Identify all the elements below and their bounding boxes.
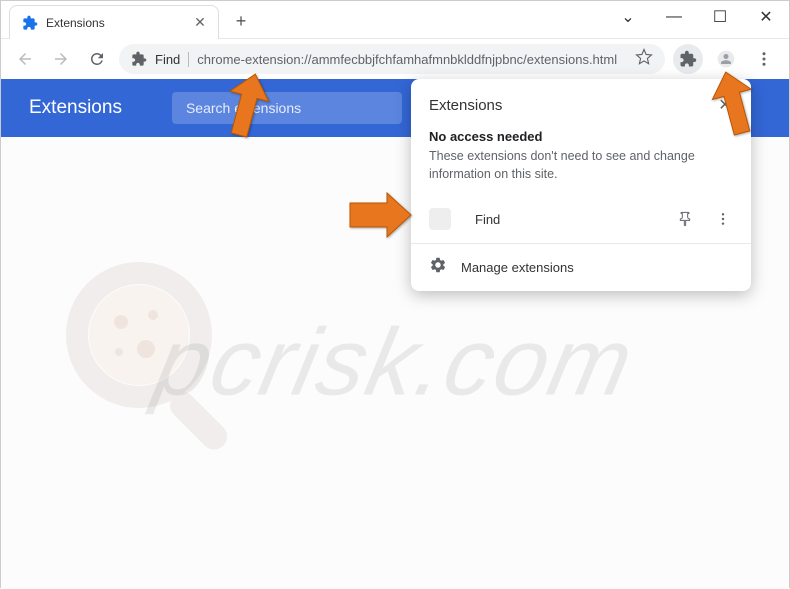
new-tab-button[interactable]: + xyxy=(227,7,255,35)
close-tab-icon[interactable]: ✕ xyxy=(192,15,208,31)
browser-toolbar: Find chrome-extension://ammfecbbjfchfamh… xyxy=(1,39,789,79)
reload-button[interactable] xyxy=(83,45,111,73)
arrow-annotation xyxy=(345,191,415,244)
manage-extensions-button[interactable]: Manage extensions xyxy=(411,244,751,291)
pin-icon[interactable] xyxy=(671,205,699,233)
extension-icon xyxy=(131,51,147,67)
bookmark-star-icon[interactable] xyxy=(635,48,653,71)
extension-row[interactable]: Find xyxy=(411,195,751,243)
tab-title: Extensions xyxy=(46,16,192,30)
extensions-button[interactable] xyxy=(673,44,703,74)
page-title: Extensions xyxy=(29,97,122,119)
popup-body: No access needed These extensions don't … xyxy=(411,121,751,195)
browser-tab[interactable]: Extensions ✕ xyxy=(9,5,219,39)
popup-header: Extensions ✕ xyxy=(411,79,751,121)
forward-button[interactable] xyxy=(47,45,75,73)
window-controls: ⌄ — ☐ ✕ xyxy=(605,1,789,33)
dropdown-icon[interactable]: ⌄ xyxy=(605,1,651,33)
close-window-button[interactable]: ✕ xyxy=(743,1,789,33)
search-extensions-input[interactable]: Search extensions xyxy=(172,92,402,124)
popup-title: Extensions xyxy=(429,97,502,114)
omnibox-url: chrome-extension://ammfecbbjfchfamhafmnb… xyxy=(197,52,627,67)
minimize-button[interactable]: — xyxy=(651,1,697,33)
extensions-popup: Extensions ✕ No access needed These exte… xyxy=(411,79,751,291)
maximize-button[interactable]: ☐ xyxy=(697,1,743,33)
window-titlebar: Extensions ✕ + ⌄ — ☐ ✕ xyxy=(1,1,789,39)
address-bar[interactable]: Find chrome-extension://ammfecbbjfchfamh… xyxy=(119,44,665,74)
extension-item-icon xyxy=(429,208,451,230)
puzzle-icon xyxy=(22,15,38,31)
omnibox-app-name: Find xyxy=(155,52,189,67)
gear-icon xyxy=(429,256,447,279)
arrow-annotation xyxy=(706,69,766,144)
back-button[interactable] xyxy=(11,45,39,73)
popup-description: These extensions don't need to see and c… xyxy=(429,148,733,183)
manage-extensions-label: Manage extensions xyxy=(461,260,574,275)
magnifier-illustration xyxy=(61,257,261,462)
popup-subtitle: No access needed xyxy=(429,129,733,144)
extension-item-name: Find xyxy=(461,212,661,227)
arrow-annotation xyxy=(219,71,279,146)
extension-menu-icon[interactable] xyxy=(709,205,737,233)
